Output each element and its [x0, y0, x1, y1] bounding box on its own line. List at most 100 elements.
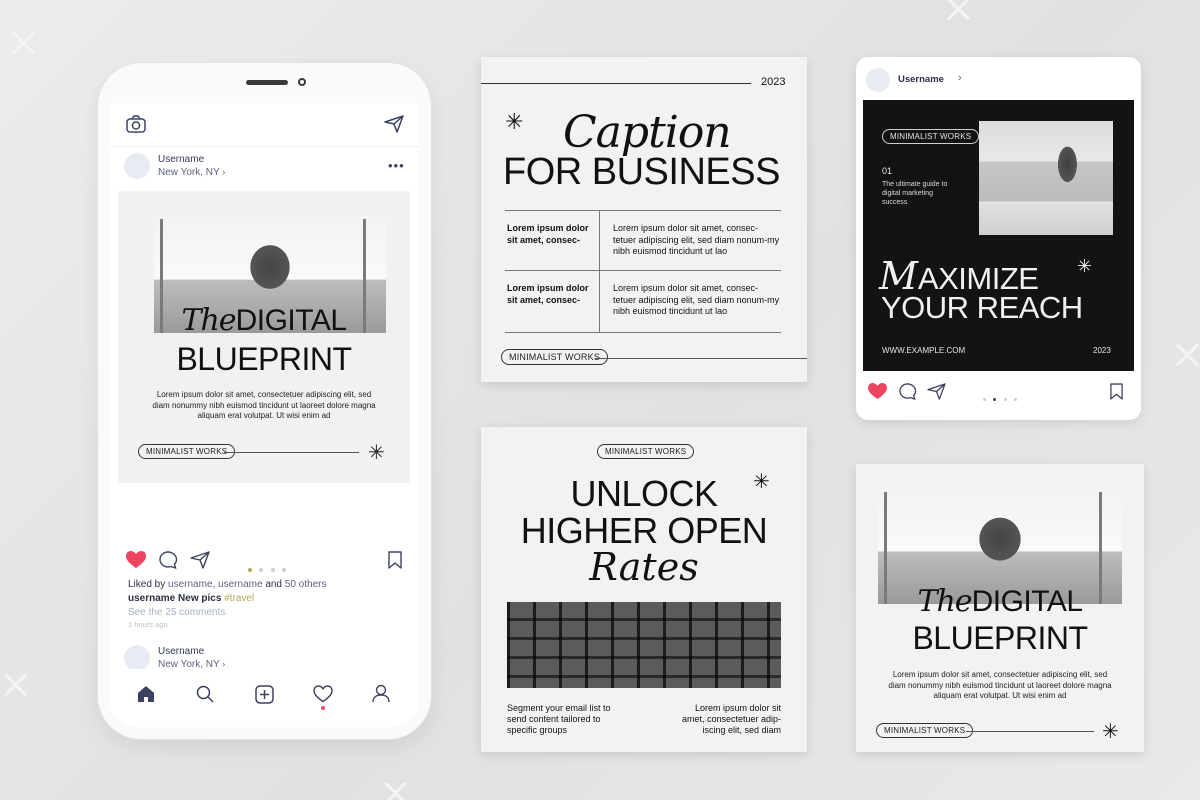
background-cross-decoration — [382, 780, 408, 800]
card-title-line2: BLUEPRINT — [912, 620, 1088, 656]
post-location[interactable]: New York, NY › — [158, 167, 225, 178]
table-rule — [505, 210, 781, 211]
post-tag-line — [224, 452, 359, 453]
share-icon[interactable] — [927, 383, 946, 400]
card-left-text: Segment your email list to send content … — [507, 703, 611, 735]
sparkle-icon: ✳ — [1102, 721, 1119, 743]
post-year: 2023 — [1093, 346, 1111, 355]
liked-prefix: Liked by — [128, 579, 166, 590]
card-title-line1: DIGITAL — [971, 585, 1083, 618]
caption-line: username New pics #travel — [128, 593, 254, 604]
carousel-dot — [1003, 398, 1007, 401]
building-photo — [507, 602, 781, 688]
activity-heart-icon[interactable] — [313, 685, 333, 703]
caption-hashtag[interactable]: #travel — [224, 593, 254, 604]
header-divider — [110, 146, 419, 147]
post-title-script: The — [181, 303, 236, 338]
notification-dot — [321, 706, 325, 710]
comment-icon[interactable] — [159, 551, 178, 569]
card-tag: MINIMALIST WORKS — [876, 723, 974, 738]
card-title-script: Rates — [589, 545, 699, 589]
carousel-dots — [983, 388, 1023, 406]
table-row: Lorem ipsum dolor sit amet, consec- Lore… — [505, 283, 781, 333]
carousel-dot — [270, 568, 275, 572]
post-title: TheDIGITAL — [118, 303, 410, 338]
post-tag: MINIMALIST WORKS — [882, 129, 980, 144]
table-rule — [505, 332, 781, 333]
blueprint-card: TheDIGITAL BLUEPRINT Lorem ipsum dolor s… — [856, 464, 1144, 752]
heart-icon[interactable] — [868, 383, 887, 400]
tag-line — [595, 358, 807, 359]
post-title-line2: BLUEPRINT — [176, 341, 352, 377]
phone-camera — [298, 78, 306, 86]
liked-others-link[interactable]: 50 others — [285, 579, 327, 590]
card-title-line1: UNLOCK — [570, 473, 718, 514]
couch-photo — [979, 121, 1113, 235]
post-url: WWW.EXAMPLE.COM — [882, 346, 966, 355]
row-right-text: Lorem ipsum dolor sit amet, consec-tetue… — [613, 283, 780, 316]
carousel-dot — [259, 568, 264, 572]
share-icon[interactable] — [190, 551, 210, 569]
background-cross-decoration — [945, 0, 971, 22]
time-ago: 1 hours ago — [128, 620, 168, 629]
row-left-text: Lorem ipsum dolor sit amet, consec- — [507, 283, 589, 305]
post-username[interactable]: Username — [898, 74, 944, 85]
post-image[interactable]: TheDIGITAL BLUEPRINT Lorem ipsum dolor s… — [118, 191, 410, 483]
post-guide-text: The ultimate guide to digital marketing … — [882, 181, 948, 206]
tag-line — [966, 731, 1094, 732]
bookmark-icon[interactable] — [1110, 383, 1123, 400]
card-year: 2023 — [761, 76, 786, 88]
profile-icon[interactable] — [372, 684, 390, 703]
heart-icon[interactable] — [126, 551, 146, 569]
card-tag: MINIMALIST WORKS — [597, 444, 695, 459]
camera-icon[interactable] — [126, 115, 146, 133]
top-rule — [481, 83, 751, 84]
phone-mockup: Username New York, NY › ••• TheDIGITAL B… — [97, 62, 432, 740]
carousel-dots — [248, 559, 288, 577]
phone-screen: Username New York, NY › ••• TheDIGITAL B… — [110, 103, 419, 727]
carousel-dot — [983, 398, 986, 401]
post-username[interactable]: Username — [158, 154, 204, 165]
search-icon[interactable] — [196, 685, 214, 703]
chevron-right-icon[interactable]: › — [958, 72, 962, 84]
liked-and: and — [265, 579, 282, 590]
background-cross-decoration — [1174, 342, 1200, 368]
table-row: Lorem ipsum dolor sit amet, consec- Lore… — [505, 223, 781, 273]
post-number: 01 — [882, 166, 893, 176]
bookmark-icon[interactable] — [388, 551, 402, 569]
more-options-icon[interactable]: ••• — [388, 158, 405, 173]
card-right-text: Lorem ipsum dolor sit amet, consectetuer… — [681, 703, 781, 735]
post-tag: MINIMALIST WORKS — [138, 444, 236, 459]
table-rule — [505, 270, 781, 271]
carousel-dot-active — [993, 398, 997, 401]
post-image[interactable]: MINIMALIST WORKS 01 The ultimate guide t… — [863, 100, 1134, 371]
caption-card: 2023 ✳ Caption FOR BUSINESS Lorem ipsum … — [481, 57, 807, 382]
carousel-dot — [1014, 398, 1018, 401]
sparkle-icon: ✳ — [505, 109, 524, 134]
card-body: Lorem ipsum dolor sit amet, consectetuer… — [888, 670, 1112, 700]
row-right-text: Lorem ipsum dolor sit amet, consec-tetue… — [613, 223, 780, 256]
liked-users-link[interactable]: username, username — [168, 579, 263, 590]
add-post-icon[interactable] — [255, 685, 274, 704]
bottom-nav — [110, 669, 419, 727]
post-username[interactable]: Username — [158, 646, 204, 657]
chevron-right-icon: › — [222, 659, 226, 669]
unlock-card: MINIMALIST WORKS ✳ UNLOCK HIGHER OPEN Ra… — [481, 427, 807, 752]
comment-icon[interactable] — [899, 383, 917, 400]
card-title: TheDIGITAL — [856, 584, 1144, 619]
post-title-line2: YOUR REACH — [881, 290, 1083, 325]
avatar[interactable] — [866, 68, 890, 92]
card-tag: MINIMALIST WORKS — [501, 349, 609, 365]
phone-speaker — [246, 80, 288, 85]
card-title-main: FOR BUSINESS — [503, 151, 780, 193]
card-title-script: The — [917, 584, 972, 619]
chevron-right-icon: › — [222, 167, 226, 177]
home-icon[interactable] — [136, 685, 156, 703]
caption-username[interactable]: username — [128, 593, 175, 604]
avatar[interactable] — [124, 153, 150, 179]
post-body: Lorem ipsum dolor sit amet, consectetuer… — [152, 390, 376, 420]
sparkle-icon: ✳ — [368, 442, 385, 464]
avatar[interactable] — [124, 645, 150, 671]
comments-link[interactable]: See the 25 comments — [128, 607, 225, 618]
send-icon[interactable] — [384, 115, 404, 133]
